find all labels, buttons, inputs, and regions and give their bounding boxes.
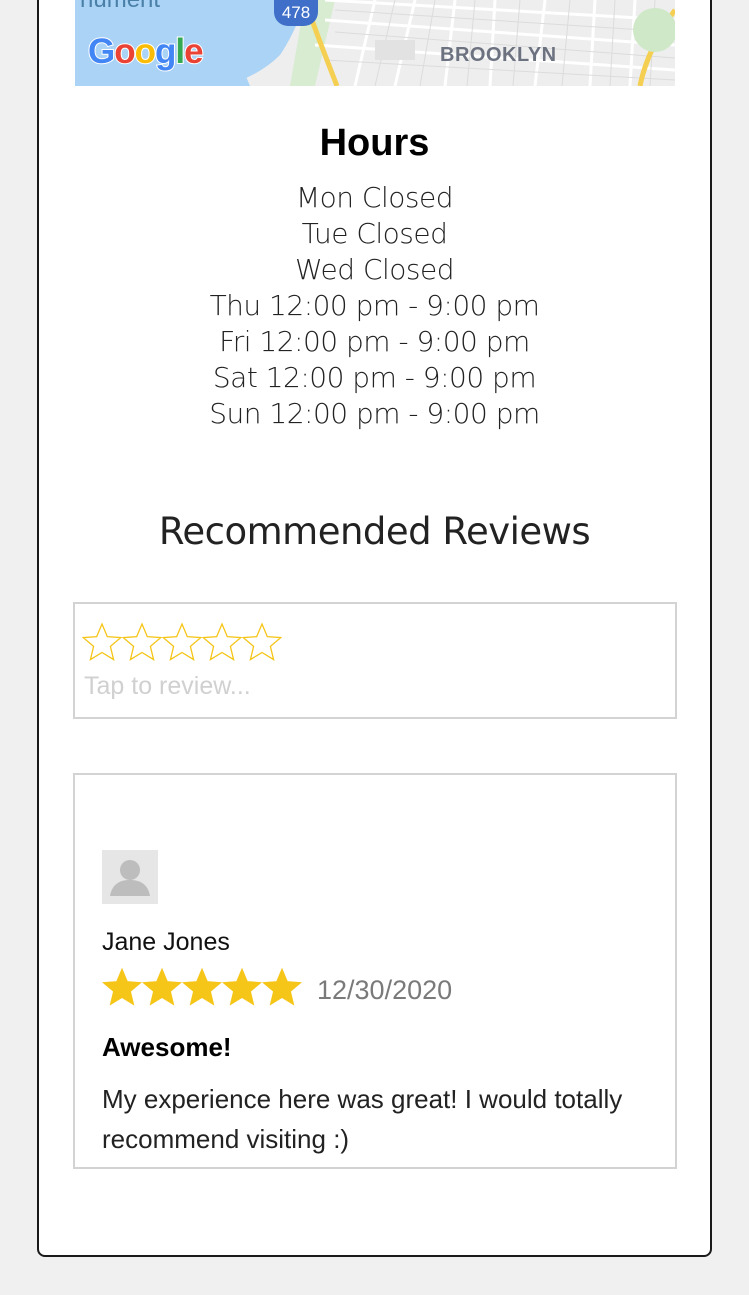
hours-list: Mon Closed Tue Closed Wed Closed Thu 12:00 … [0,180,749,432]
route-shield: 478 [274,0,318,26]
star-filled-icon [142,967,182,1006]
star-outline-icon[interactable] [162,622,202,662]
rating-input[interactable] [82,622,282,662]
google-logo: Google [87,31,205,72]
review-date: 12/30/2020 [317,975,453,1005]
hours-line: Fri 12:00 pm - 9:00 pm [219,325,530,358]
write-review-box[interactable]: Tap to review... [73,602,677,719]
hours-line: Mon Closed [296,181,453,214]
star-filled-icon [262,967,302,1006]
google-logo-letter: G [87,31,116,72]
review-input-placeholder[interactable]: Tap to review... [84,672,251,701]
reviews-section-title: Recommended Reviews [158,510,591,553]
star-outline-icon[interactable] [82,622,122,662]
google-logo-letter: o [113,31,136,72]
star-outline-icon[interactable] [122,622,162,662]
google-logo-letter: l [174,31,186,72]
reviewer-name: Jane Jones [102,928,230,956]
hours-title: Hours [319,122,430,164]
star-filled-icon [102,967,142,1006]
hours-line: Thu 12:00 pm - 9:00 pm [209,289,540,322]
hours-line: Tue Closed [301,217,448,250]
hours-line: Sat 12:00 pm - 9:00 pm [212,361,537,394]
review-card: Jane Jones 12/30/2020 Awesome! My experi… [73,773,677,1169]
star-outline-icon[interactable] [242,622,282,662]
avatar [102,850,158,904]
google-logo-letter: o [134,31,157,72]
map-place-fragment: nument [80,0,160,14]
google-logo-letter: e [183,31,205,72]
hours-line: Wed Closed [295,253,455,286]
review-body: My experience here was great! I would to… [102,1084,623,1154]
star-outline-icon[interactable] [202,622,242,662]
google-logo-letter: g [154,31,177,72]
star-filled-icon [222,967,262,1006]
star-filled-icon [182,967,222,1006]
map-preview[interactable]: nument 478 Google BROOKLYN [75,0,675,86]
review-rating [102,967,302,1007]
user-silhouette-icon [102,850,158,904]
hours-line: Sun 12:00 pm - 9:00 pm [209,397,540,430]
review-title: Awesome! [102,1032,232,1062]
map-area-label: BROOKLYN [440,44,557,66]
